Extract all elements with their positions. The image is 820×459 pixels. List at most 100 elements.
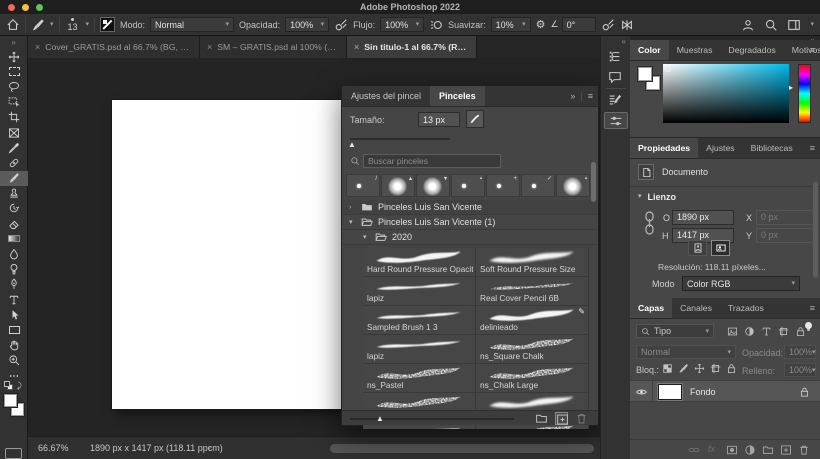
- filter-toggle-pin-icon[interactable]: [805, 322, 812, 329]
- recent-brush[interactable]: +: [486, 174, 520, 197]
- brush-item-selected[interactable]: ✎ delinieado: [476, 306, 589, 335]
- blur-tool[interactable]: [0, 246, 28, 261]
- filter-adjustment-layers-icon[interactable]: [743, 324, 756, 338]
- delete-layer-icon[interactable]: [798, 444, 811, 457]
- brush-item[interactable]: ns_Square Chalk: [476, 335, 589, 364]
- layer-thumbnail[interactable]: [658, 384, 682, 400]
- blend-mode-dropdown[interactable]: Normal ▾: [150, 17, 235, 32]
- crop-tool[interactable]: [0, 110, 28, 125]
- path-selection-tool[interactable]: [0, 307, 28, 322]
- close-icon[interactable]: ×: [354, 42, 359, 52]
- gradient-tool[interactable]: [0, 231, 28, 246]
- brush-tool[interactable]: [0, 170, 28, 186]
- flow-dropdown[interactable]: 100% ▾: [380, 17, 425, 32]
- tab-swatches[interactable]: Muestras: [669, 40, 721, 60]
- tab-libraries[interactable]: Bibliotecas: [743, 138, 801, 158]
- dodge-tool[interactable]: [0, 262, 28, 277]
- recent-brush[interactable]: ✓: [521, 174, 555, 197]
- eraser-tool[interactable]: [0, 216, 28, 231]
- lasso-tool[interactable]: [0, 79, 28, 94]
- opacity-dropdown[interactable]: 100% ▾: [285, 17, 330, 32]
- brush-item[interactable]: lapiz: [363, 277, 476, 306]
- symmetry-butterfly-icon[interactable]: [620, 18, 634, 32]
- zoom-level[interactable]: 66.67%: [38, 443, 69, 453]
- tab-brush-settings[interactable]: Ajustes del pincel: [342, 86, 430, 106]
- screen-mode-icon[interactable]: [5, 448, 22, 459]
- hue-slider[interactable]: [798, 64, 811, 123]
- recent-brush[interactable]: ▾: [416, 174, 450, 197]
- airbrush-icon[interactable]: [429, 18, 443, 32]
- recent-brush[interactable]: ▪: [451, 174, 485, 197]
- size-slider-thumb[interactable]: ▲: [348, 141, 356, 149]
- panel-collapse-icon[interactable]: »: [570, 86, 575, 107]
- layer-effects-fx-icon[interactable]: fx: [708, 444, 721, 457]
- panel-menu-icon[interactable]: ≡: [810, 138, 815, 159]
- default-colors-icon[interactable]: [4, 381, 13, 390]
- gear-icon[interactable]: ⚙: [536, 18, 546, 31]
- brush-group-row[interactable]: ▾ Pinceles Luis San Vicente (1): [342, 215, 598, 230]
- y-field[interactable]: 0 px: [756, 228, 814, 243]
- lock-all-icon[interactable]: [726, 363, 737, 374]
- tree-open-icon[interactable]: ▾: [363, 230, 370, 245]
- close-icon[interactable]: ×: [35, 42, 40, 52]
- add-layer-mask-icon[interactable]: [726, 444, 739, 457]
- recent-brush[interactable]: /: [346, 174, 380, 197]
- document-canvas[interactable]: [112, 100, 342, 409]
- chevron-down-icon[interactable]: ▾: [86, 21, 90, 28]
- status-chevron-icon[interactable]: ›: [208, 442, 211, 452]
- chevron-down-icon[interactable]: ▾: [810, 21, 814, 28]
- filter-pixel-layers-icon[interactable]: [726, 324, 739, 338]
- layer-opacity-dropdown[interactable]: 100% ▾: [784, 345, 816, 359]
- brush-search-input[interactable]: [363, 154, 501, 168]
- lock-position-icon[interactable]: [694, 363, 705, 374]
- foreground-background-swatches[interactable]: [3, 392, 27, 418]
- color-mode-dropdown[interactable]: Color RGB ▾: [682, 276, 800, 291]
- new-group-folder-icon[interactable]: [535, 412, 548, 425]
- swap-colors-icon[interactable]: ⤸: [17, 381, 22, 391]
- tab-channels[interactable]: Canales: [672, 298, 720, 318]
- horizontal-scrollbar[interactable]: [330, 444, 594, 453]
- preview-size-slider-thumb[interactable]: ▲: [376, 414, 384, 423]
- tab-adjustments[interactable]: Ajustes: [698, 138, 743, 158]
- brush-angle-field[interactable]: ∠ 0°: [551, 17, 596, 32]
- brush-group-row[interactable]: › Pinceles Luis San Vicente: [342, 200, 598, 215]
- clone-stamp-tool[interactable]: [0, 186, 28, 201]
- share-user-icon[interactable]: [741, 18, 755, 32]
- brush-tool-preset-icon[interactable]: [31, 18, 45, 32]
- size-slider-track[interactable]: [350, 138, 450, 140]
- comments-panel-icon[interactable]: [608, 70, 624, 84]
- brush-item[interactable]: Soft Round Pressure Size: [476, 248, 589, 277]
- move-tool[interactable]: [0, 49, 28, 64]
- hand-tool[interactable]: [0, 338, 28, 353]
- tab-gradients[interactable]: Degradados: [720, 40, 783, 60]
- chevron-down-icon[interactable]: ▾: [50, 21, 54, 28]
- pen-tool[interactable]: [0, 277, 28, 292]
- frame-tool[interactable]: [0, 125, 28, 140]
- history-brush-tool[interactable]: [0, 201, 28, 216]
- close-icon[interactable]: ×: [207, 42, 212, 52]
- panel-menu-icon[interactable]: ≡: [588, 86, 593, 107]
- link-dimensions-icon[interactable]: [644, 210, 655, 236]
- foreground-color-swatch[interactable]: [4, 394, 17, 407]
- healing-brush-tool[interactable]: [0, 155, 28, 170]
- pressure-opacity-icon[interactable]: [334, 18, 348, 32]
- workspace-switcher-icon[interactable]: [787, 18, 801, 32]
- brush-size-field[interactable]: 13 px: [418, 112, 460, 127]
- layer-filter-dropdown[interactable]: Tipo ▾: [636, 324, 714, 338]
- brush-item[interactable]: Sampled Brush 1 3: [363, 306, 476, 335]
- search-icon[interactable]: [764, 18, 778, 32]
- brush-item[interactable]: Hard Round Pressure Opacity: [363, 248, 476, 277]
- layer-row-background[interactable]: Fondo: [630, 380, 820, 403]
- tree-open-icon[interactable]: ▾: [349, 215, 356, 230]
- toolbar-collapse-icon[interactable]: »: [0, 36, 27, 49]
- object-selection-tool[interactable]: [0, 95, 28, 110]
- recent-brush[interactable]: ▴: [381, 174, 415, 197]
- brush-settings-panel-icon[interactable]: [608, 93, 624, 107]
- tab-properties[interactable]: Propiedades: [630, 138, 699, 158]
- document-tab[interactable]: × Cover_GRATIS.psd al 66.7% (BG, RGB/8#): [28, 36, 200, 58]
- brush-item[interactable]: lapiz: [363, 335, 476, 364]
- expand-dock-icon[interactable]: «: [601, 36, 630, 47]
- tree-closed-icon[interactable]: ›: [349, 200, 356, 215]
- home-icon[interactable]: [6, 18, 20, 32]
- panel-menu-icon[interactable]: ≡: [810, 40, 815, 61]
